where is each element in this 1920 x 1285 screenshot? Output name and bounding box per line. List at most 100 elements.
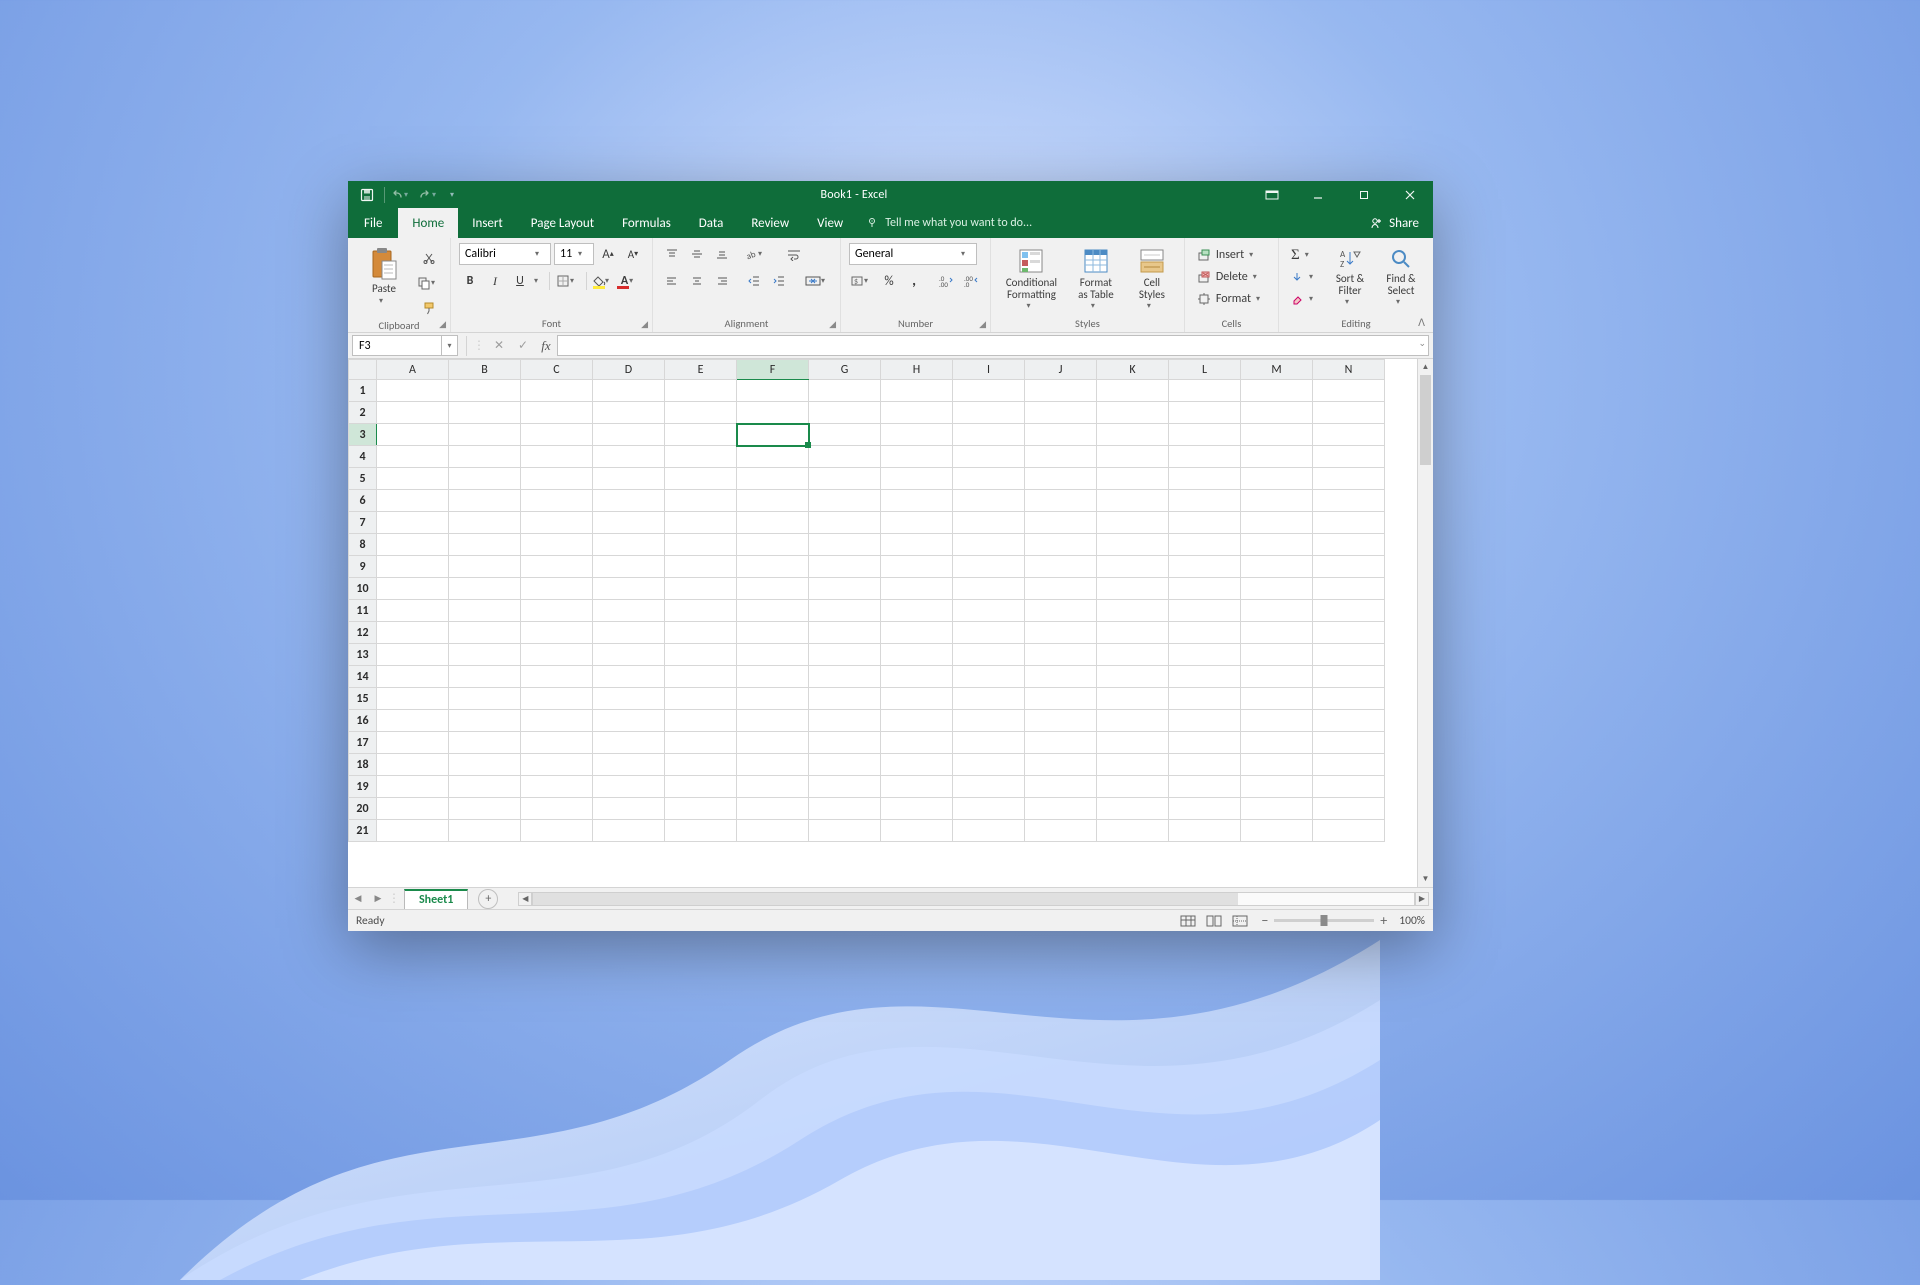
cell-H2[interactable] [881, 402, 953, 424]
vertical-scrollbar[interactable]: ▲ ▼ [1417, 359, 1433, 887]
cell-L21[interactable] [1169, 820, 1241, 842]
cell-K17[interactable] [1097, 732, 1169, 754]
cell-N7[interactable] [1313, 512, 1385, 534]
cell-C20[interactable] [521, 798, 593, 820]
cell-E10[interactable] [665, 578, 737, 600]
font-size-combo[interactable]: 11▾ [554, 243, 594, 265]
cell-L4[interactable] [1169, 446, 1241, 468]
decrease-indent-button[interactable] [743, 270, 765, 292]
cell-E17[interactable] [665, 732, 737, 754]
cell-I6[interactable] [953, 490, 1025, 512]
cell-A11[interactable] [377, 600, 449, 622]
zoom-out-button[interactable]: − [1261, 912, 1268, 929]
cell-B4[interactable] [449, 446, 521, 468]
cell-M15[interactable] [1241, 688, 1313, 710]
cell-J6[interactable] [1025, 490, 1097, 512]
cell-I19[interactable] [953, 776, 1025, 798]
cell-G6[interactable] [809, 490, 881, 512]
tab-home[interactable]: Home [398, 208, 458, 238]
cell-K5[interactable] [1097, 468, 1169, 490]
fill-color-button[interactable]: ▾ [592, 270, 616, 292]
cell-B10[interactable] [449, 578, 521, 600]
cell-N3[interactable] [1313, 424, 1385, 446]
grow-font-button[interactable]: A▴ [597, 243, 619, 265]
cell-B19[interactable] [449, 776, 521, 798]
align-right-button[interactable] [711, 270, 733, 292]
cell-E2[interactable] [665, 402, 737, 424]
cell-H19[interactable] [881, 776, 953, 798]
cell-M18[interactable] [1241, 754, 1313, 776]
col-header-F[interactable]: F [737, 360, 809, 380]
cell-A4[interactable] [377, 446, 449, 468]
cell-K1[interactable] [1097, 380, 1169, 402]
zoom-level[interactable]: 100% [1399, 914, 1425, 928]
cell-J3[interactable] [1025, 424, 1097, 446]
cell-E20[interactable] [665, 798, 737, 820]
cell-G12[interactable] [809, 622, 881, 644]
cell-L12[interactable] [1169, 622, 1241, 644]
cell-A8[interactable] [377, 534, 449, 556]
cell-N12[interactable] [1313, 622, 1385, 644]
cell-B11[interactable] [449, 600, 521, 622]
cell-H8[interactable] [881, 534, 953, 556]
cell-G5[interactable] [809, 468, 881, 490]
row-header-9[interactable]: 9 [349, 556, 377, 578]
cell-K12[interactable] [1097, 622, 1169, 644]
cell-G2[interactable] [809, 402, 881, 424]
cell-G17[interactable] [809, 732, 881, 754]
row-header-15[interactable]: 15 [349, 688, 377, 710]
cell-B6[interactable] [449, 490, 521, 512]
close-button[interactable] [1387, 182, 1433, 208]
cell-F8[interactable] [737, 534, 809, 556]
cell-F11[interactable] [737, 600, 809, 622]
cell-L15[interactable] [1169, 688, 1241, 710]
cell-F19[interactable] [737, 776, 809, 798]
cell-B14[interactable] [449, 666, 521, 688]
cell-I17[interactable] [953, 732, 1025, 754]
page-layout-view-button[interactable] [1202, 913, 1226, 929]
cell-D12[interactable] [593, 622, 665, 644]
cell-F12[interactable] [737, 622, 809, 644]
cell-styles-button[interactable]: Cell Styles▾ [1128, 243, 1176, 310]
row-header-21[interactable]: 21 [349, 820, 377, 842]
cell-B20[interactable] [449, 798, 521, 820]
bold-button[interactable]: B [459, 270, 481, 292]
cell-K14[interactable] [1097, 666, 1169, 688]
cell-G20[interactable] [809, 798, 881, 820]
cell-I16[interactable] [953, 710, 1025, 732]
cell-A15[interactable] [377, 688, 449, 710]
col-header-H[interactable]: H [881, 360, 953, 380]
cell-D14[interactable] [593, 666, 665, 688]
cell-C10[interactable] [521, 578, 593, 600]
cell-A2[interactable] [377, 402, 449, 424]
col-header-L[interactable]: L [1169, 360, 1241, 380]
cell-E12[interactable] [665, 622, 737, 644]
increase-indent-button[interactable] [768, 270, 790, 292]
cell-L8[interactable] [1169, 534, 1241, 556]
decrease-decimal-button[interactable]: .00.0 [960, 270, 982, 292]
format-cells-button[interactable]: Format▾ [1193, 289, 1270, 309]
cell-M10[interactable] [1241, 578, 1313, 600]
cell-L13[interactable] [1169, 644, 1241, 666]
cell-B21[interactable] [449, 820, 521, 842]
cell-M6[interactable] [1241, 490, 1313, 512]
enter-formula-button[interactable]: ✓ [511, 336, 535, 356]
cell-A19[interactable] [377, 776, 449, 798]
cell-F20[interactable] [737, 798, 809, 820]
italic-button[interactable]: I [484, 270, 506, 292]
cell-J18[interactable] [1025, 754, 1097, 776]
cell-K11[interactable] [1097, 600, 1169, 622]
collapse-ribbon-button[interactable]: ᐱ [1418, 316, 1425, 329]
cell-B18[interactable] [449, 754, 521, 776]
col-header-B[interactable]: B [449, 360, 521, 380]
cell-J8[interactable] [1025, 534, 1097, 556]
cell-M4[interactable] [1241, 446, 1313, 468]
cell-N16[interactable] [1313, 710, 1385, 732]
cell-G10[interactable] [809, 578, 881, 600]
cell-C2[interactable] [521, 402, 593, 424]
tab-insert[interactable]: Insert [458, 208, 517, 238]
cell-J13[interactable] [1025, 644, 1097, 666]
cell-F7[interactable] [737, 512, 809, 534]
cell-D4[interactable] [593, 446, 665, 468]
cell-M21[interactable] [1241, 820, 1313, 842]
